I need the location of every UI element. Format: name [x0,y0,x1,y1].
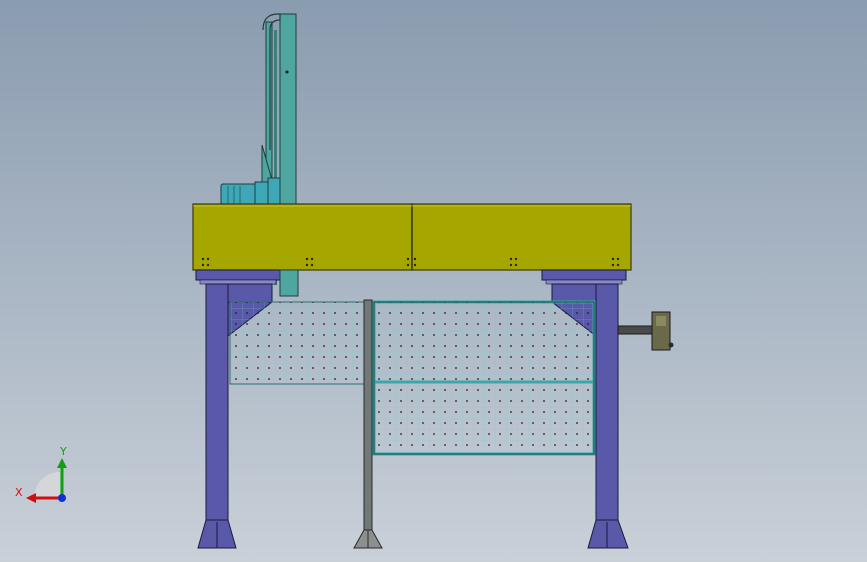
x-axis-label: X [15,486,23,499]
gantry-model-view[interactable]: Y X [0,0,867,562]
cad-viewport[interactable]: Y X [0,0,867,562]
main-beam[interactable] [192,203,632,271]
column-carriage[interactable] [279,269,299,297]
y-axis-label: Y [59,445,67,458]
viewport-background [0,0,867,562]
